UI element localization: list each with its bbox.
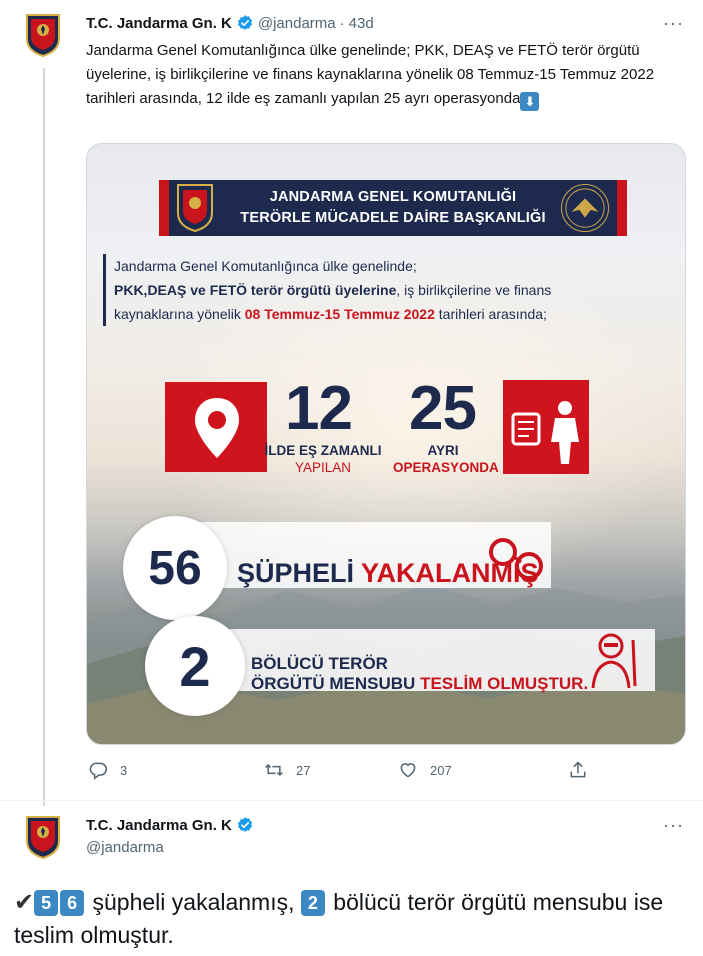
- masked-terrorist-icon: [591, 633, 637, 689]
- keycap-digit-5: 5: [34, 890, 59, 916]
- author-name[interactable]: T.C. Jandarma Gn. K: [86, 15, 232, 32]
- tweet-text-content: Jandarma Genel Komutanlığınca ülke genel…: [86, 42, 655, 107]
- stat-operations-number: 25: [409, 374, 477, 443]
- like-icon: [400, 763, 416, 778]
- stat-surrendered-line2-a: ÖRGÜTÜ MENSUBU: [251, 674, 421, 693]
- intro-line-3-start: kaynaklarına yönelik: [114, 306, 245, 322]
- reply-icon: [89, 762, 108, 780]
- verified-badge-icon: [236, 14, 254, 32]
- jandarma-emblem-icon: [177, 184, 213, 233]
- banner-title: JANDARMA GENEL KOMUTANLIĞI TERÖRLE MÜCAD…: [229, 187, 557, 229]
- banner-stripe-right: [617, 180, 627, 236]
- banner-stripe-left: [159, 180, 169, 236]
- retweet-count: 27: [296, 762, 311, 778]
- stat-surrendered-line2-b: TESLİM OLMUŞTUR.: [420, 674, 589, 693]
- stat-surrendered-line1: BÖLÜCÜ TERÖR: [251, 654, 388, 673]
- intro-line-1: Jandarma Genel Komutanlığınca ülke genel…: [114, 258, 417, 274]
- intro-dates: 08 Temmuz-15 Temmuz 2022: [244, 306, 435, 322]
- verified-badge-icon: [236, 816, 254, 834]
- stat-suspects-label-a: ŞÜPHELİ: [237, 558, 362, 588]
- check-mark-icon: ✔: [14, 889, 35, 916]
- stat-surrendered-line2: ÖRGÜTÜ MENSUBU TESLİM OLMUŞTUR.: [251, 674, 588, 694]
- more-options-button[interactable]: ···: [663, 816, 684, 834]
- separator-dot: ·: [339, 14, 345, 32]
- intro-line-2: PKK,DEAŞ ve FETÖ terör örgütü üyelerine,…: [114, 278, 663, 302]
- share-icon: [570, 761, 586, 778]
- keycap-digit-6: 6: [60, 890, 85, 916]
- share-button[interactable]: [568, 760, 600, 780]
- tweet-text: Jandarma Genel Komutanlığınca ülke genel…: [86, 39, 684, 111]
- like-button[interactable]: 207: [398, 760, 452, 780]
- avatar[interactable]: [20, 12, 66, 58]
- stat-provinces-sublabel: YAPILAN: [294, 460, 352, 475]
- more-options-button[interactable]: ···: [663, 14, 684, 32]
- tweet-text: ✔ 5 6 şüpheli yakalanmış, 2 bölücü terör ö…: [14, 886, 694, 951]
- stat-surrendered-number: 2: [145, 616, 245, 716]
- down-arrow-icon: ⬇: [520, 92, 540, 111]
- header-banner: JANDARMA GENEL KOMUTANLIĞI TERÖRLE MÜCAD…: [159, 180, 627, 236]
- like-count: 207: [430, 762, 452, 778]
- banner-title-line1: JANDARMA GENEL KOMUTANLIĞI: [269, 189, 517, 205]
- tweet-image[interactable]: JANDARMA GENEL KOMUTANLIĞI TERÖRLE MÜCAD…: [86, 143, 686, 745]
- tweet-header: T.C. Jandarma Gn. K @jandarma · 43d: [86, 14, 374, 32]
- stat-provinces-number: 12: [285, 374, 353, 443]
- stat-provinces-label: İLDE EŞ ZAMANLI: [264, 443, 382, 458]
- stat-operations-sublabel: OPERASYONDA: [393, 460, 499, 475]
- tweet-text-part-a: şüpheli yakalanmış,: [86, 889, 301, 915]
- thread-connector-line: [43, 68, 45, 806]
- reply-count: 3: [120, 762, 128, 778]
- document-soldier-icon: [511, 401, 579, 464]
- intro-line-3: kaynaklarına yönelik 08 Temmuz-15 Temmuz…: [114, 302, 663, 326]
- location-pin-icon: [195, 398, 239, 458]
- jandarma-emblem-icon: [26, 14, 60, 57]
- handcuffs-icon: [489, 538, 543, 580]
- intro-paragraph: Jandarma Genel Komutanlığınca ülke genel…: [103, 254, 663, 326]
- author-handle[interactable]: @jandarma: [258, 15, 336, 32]
- avatar[interactable]: [20, 814, 66, 860]
- stat-operations-label: AYRI: [427, 443, 459, 458]
- banner-title-line2: TERÖRLE MÜCADELE DAİRE BAŞKANLIĞI: [240, 210, 546, 226]
- intro-bold-phrase: PKK,DEAŞ ve FETÖ terör örgütü üyelerine: [114, 282, 397, 298]
- author-handle-row: @jandarma: [86, 839, 164, 856]
- jandarma-emblem-icon: [26, 816, 60, 859]
- intro-line-2-rest: , iş birlikçilerine ve finans: [396, 282, 552, 298]
- reply-button[interactable]: 3: [88, 760, 127, 780]
- tweet-header: T.C. Jandarma Gn. K: [86, 816, 258, 834]
- retweet-icon: [265, 763, 283, 777]
- author-name[interactable]: T.C. Jandarma Gn. K: [86, 817, 232, 834]
- intro-line-3-end: tarihleri arasında;: [434, 306, 547, 322]
- keycap-digit-2: 2: [300, 890, 325, 916]
- stat-suspects-number: 56: [123, 516, 227, 620]
- tweet-timestamp[interactable]: 43d: [349, 15, 374, 32]
- retweet-button[interactable]: 27: [264, 760, 310, 780]
- tem-logo-icon: [561, 184, 609, 232]
- tweet-divider: [0, 800, 703, 801]
- author-handle[interactable]: @jandarma: [86, 839, 164, 856]
